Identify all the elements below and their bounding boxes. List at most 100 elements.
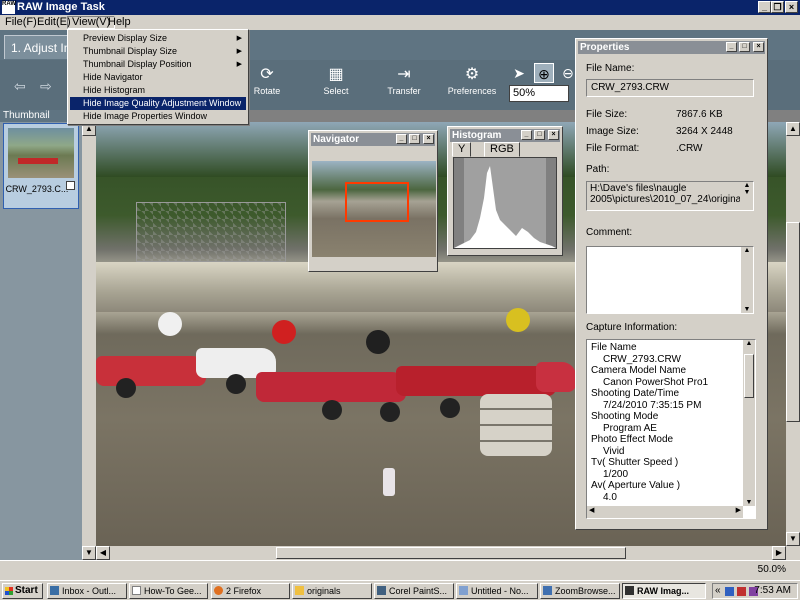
tray-expand-icon[interactable]: « [715, 584, 721, 598]
scroll-down-icon[interactable]: ▼ [786, 532, 800, 546]
preferences-tool[interactable]: ⚙ Preferences [442, 64, 502, 96]
restore-button[interactable]: ❐ [771, 1, 784, 13]
scroll-left-icon[interactable]: ◀ [96, 546, 110, 560]
scroll-down-icon[interactable]: ▼ [82, 546, 96, 560]
taskbar: Start Inbox - Outl... How-To Gee... 2 Fi… [0, 580, 800, 600]
zoom-input[interactable]: 50% [509, 85, 569, 102]
preview-vertical-scrollbar[interactable]: ▲ ▼ [786, 122, 800, 560]
status-zoom: 50.0% [757, 564, 786, 575]
close-icon[interactable]: × [548, 130, 559, 140]
taskbar-item[interactable]: How-To Gee... [129, 583, 208, 599]
menu-item-thumbnail-display-size[interactable]: Thumbnail Display Size ▶ [70, 45, 246, 58]
maximize-icon[interactable]: □ [534, 130, 545, 140]
taskbar-item-label: How-To Gee... [144, 586, 202, 596]
firefox-icon [214, 586, 223, 595]
clock: 7:53 AM [754, 585, 791, 596]
security-icon[interactable] [737, 587, 746, 596]
navigator-preview[interactable] [312, 161, 436, 257]
capture-info-line: Program AE [603, 422, 657, 434]
menu-item-thumbnail-display-position[interactable]: Thumbnail Display Position ▶ [70, 58, 246, 71]
properties-title-bar[interactable]: Properties _ □ × [578, 41, 765, 54]
close-button[interactable]: × [785, 1, 798, 13]
scroll-right-icon[interactable]: ▶ [772, 546, 786, 560]
scroll-up-icon[interactable]: ▲ [741, 182, 753, 189]
menu-item-preview-display-size[interactable]: Preview Display Size ▶ [70, 32, 246, 45]
pointer-icon[interactable]: ➤ [509, 63, 529, 83]
taskbar-item[interactable]: Untitled - No... [456, 583, 538, 599]
scroll-up-icon[interactable]: ▲ [741, 247, 753, 254]
capture-info-line: Vivid [603, 445, 625, 457]
navigator-title: Navigator [313, 134, 360, 145]
minimize-button[interactable]: _ [758, 1, 771, 13]
tab-adjust-image[interactable]: 1. Adjust Ima [4, 35, 74, 59]
capture-info-box[interactable]: File Name CRW_2793.CRW Camera Model Name Ca… [586, 339, 756, 519]
minimize-icon[interactable]: _ [726, 42, 737, 52]
capture-vertical-scrollbar[interactable]: ▲ ▼ [743, 340, 755, 506]
navigator-viewport-rect[interactable] [345, 182, 409, 222]
scroll-down-icon[interactable]: ▼ [743, 499, 755, 506]
menu-item-hide-histogram[interactable]: Hide Histogram [70, 84, 246, 97]
thumbnail-item[interactable]: CRW_2793.C... [3, 123, 79, 209]
comment-scrollbar[interactable]: ▲ ▼ [741, 247, 753, 313]
photo-kart [96, 356, 206, 386]
page-icon [132, 586, 141, 595]
select-tool[interactable]: ▦ Select [306, 64, 366, 96]
tab-y[interactable]: Y [452, 142, 472, 157]
close-icon[interactable]: × [753, 42, 764, 52]
histogram-title-bar[interactable]: Histogram _ □ × [450, 129, 560, 142]
menu-item-hide-navigator[interactable]: Hide Navigator [70, 71, 246, 84]
capture-info-list: File Name CRW_2793.CRW Camera Model Name Ca… [591, 342, 741, 503]
maximize-icon[interactable]: □ [409, 134, 420, 144]
thumbnail-checkbox[interactable] [66, 181, 75, 190]
path-line: H:\Dave's files\naugle [590, 183, 687, 194]
taskbar-item[interactable]: 2 Firefox [211, 583, 290, 599]
back-arrow-icon[interactable]: ⇦ [14, 78, 26, 95]
scroll-down-icon[interactable]: ▼ [741, 306, 753, 313]
capture-horizontal-scrollbar[interactable]: ◀ ▶ [587, 506, 743, 518]
scroll-left-icon[interactable]: ◀ [589, 506, 594, 514]
maximize-icon[interactable]: □ [739, 42, 750, 52]
taskbar-item[interactable]: Corel PaintS... [374, 583, 454, 599]
taskbar-item[interactable]: Inbox - Outl... [47, 583, 127, 599]
horizontal-scroll-thumb[interactable] [276, 547, 626, 559]
capture-info-line: Photo Effect Mode [591, 434, 674, 445]
histogram-plot [453, 157, 557, 249]
thumbnail-scrollbar[interactable]: ▲ ▼ [82, 122, 96, 560]
menu-item-label: Hide Histogram [83, 85, 146, 95]
scroll-up-icon[interactable]: ▲ [743, 340, 755, 347]
capture-scroll-thumb[interactable] [744, 354, 754, 398]
rotate-label: Rotate [253, 86, 281, 96]
start-button[interactable]: Start [2, 583, 43, 599]
file-name-field[interactable]: CRW_2793.CRW [586, 79, 754, 97]
capture-info-line: File Name [591, 342, 637, 353]
photo-bottle [383, 468, 395, 496]
forward-arrow-icon[interactable]: ⇨ [40, 78, 52, 95]
taskbar-item-label: Corel PaintS... [389, 586, 448, 596]
preview-horizontal-scrollbar[interactable]: ◀ ▶ [96, 546, 786, 560]
path-field[interactable]: H:\Dave's files\naugle 2005\pictures\201… [586, 181, 754, 211]
taskbar-item[interactable]: ZoomBrowse... [540, 583, 620, 599]
comment-field[interactable]: ▲ ▼ [586, 246, 754, 314]
image-size-value: 3264 X 2448 [676, 126, 733, 137]
view-menu-dropdown: Preview Display Size ▶ Thumbnail Display… [67, 29, 249, 125]
path-scrollbar[interactable]: ▲ ▼ [741, 182, 753, 210]
tab-rgb[interactable]: RGB [484, 142, 520, 157]
menu-item-hide-image-properties[interactable]: Hide Image Properties Window [70, 110, 246, 123]
navigator-window: Navigator _ □ × [308, 130, 438, 272]
scroll-down-icon[interactable]: ▼ [741, 189, 753, 196]
scroll-up-icon[interactable]: ▲ [786, 122, 800, 136]
menu-item-hide-image-quality-adjustment[interactable]: Hide Image Quality Adjustment Window [70, 97, 246, 110]
vertical-scroll-thumb[interactable] [786, 222, 800, 422]
taskbar-item[interactable]: originals [292, 583, 372, 599]
minimize-icon[interactable]: _ [396, 134, 407, 144]
transfer-tool[interactable]: ⇥ Transfer [374, 64, 434, 96]
scroll-right-icon[interactable]: ▶ [736, 506, 741, 514]
taskbar-item-active[interactable]: RAW Imag... [622, 583, 706, 599]
menu-help[interactable]: Help [104, 16, 135, 29]
navigator-title-bar[interactable]: Navigator _ □ × [311, 133, 435, 146]
network-icon[interactable] [725, 587, 734, 596]
close-icon[interactable]: × [423, 134, 434, 144]
minimize-icon[interactable]: _ [521, 130, 532, 140]
menu-bar: File(F) Edit(E) View(V) Help [0, 15, 800, 30]
zoom-in-icon[interactable]: ⊕ [534, 63, 554, 83]
